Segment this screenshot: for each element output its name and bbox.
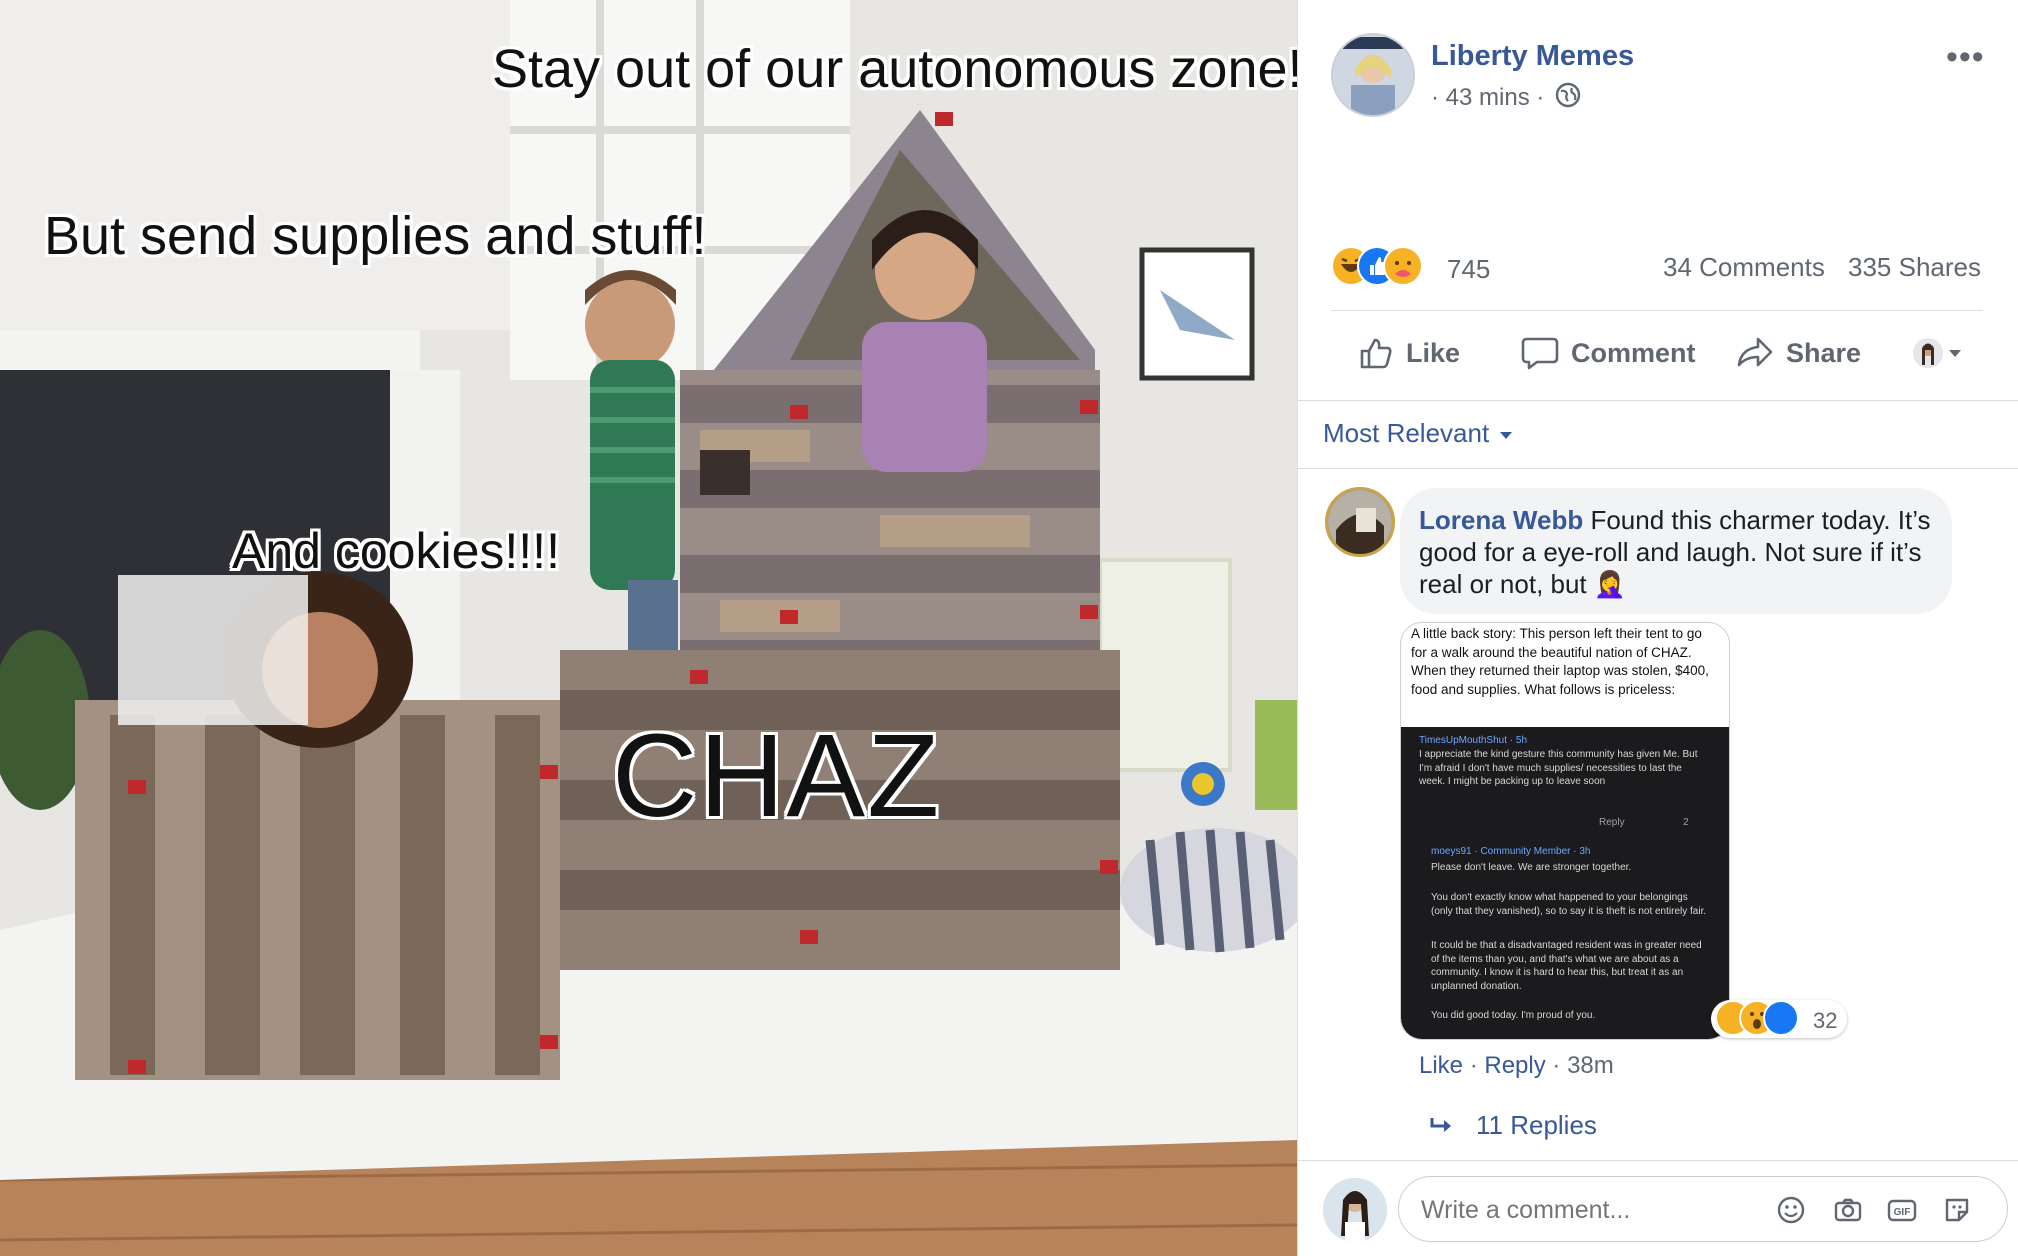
attachment-post1: I appreciate the kind gesture this commu… [1419,749,1698,787]
attachment-user1: TimesUpMouthShut · 5h [1419,735,1528,746]
divider [1298,1160,2018,1161]
attachment-votes: 2 [1683,817,1689,828]
meme-caption-top: Stay out of our autonomous zone! [492,39,1297,99]
attachment-line3: It could be that a disadvantaged residen… [1431,940,1702,992]
photo-scene [0,0,1297,1256]
caret-down-icon [1500,432,1513,440]
comment-like-link[interactable]: Like [1419,1052,1463,1079]
share-label: Share [1786,337,1862,368]
comment-input[interactable] [1421,1196,1751,1225]
comment-body: Lorena Webb Found this charmer today. It… [1419,504,1939,600]
reaction-identity-picker[interactable] [1912,337,1966,369]
comment-bubble-icon [1521,337,1559,370]
divider [1298,468,2018,469]
camera-icon[interactable] [1832,1194,1864,1226]
share-button[interactable]: Share [1736,328,1861,378]
reaction-count[interactable]: 745 [1447,254,1490,285]
attachment-dark-thread: TimesUpMouthShut · 5h I appreciate the k… [1401,727,1729,1039]
post-panel: Liberty Memes · 43 mins · ••• 745 34 Com… [1297,0,2018,1256]
current-user-avatar [1323,1178,1387,1242]
sticker-icon[interactable] [1941,1194,1973,1226]
divider [1298,400,2018,401]
care-reaction-icon [1383,246,1423,286]
comment-button[interactable]: Comment [1521,328,1696,378]
comment-reply-link[interactable]: Reply [1484,1052,1545,1079]
like-reaction-icon [1763,1000,1799,1036]
comment-reaction-count: 32 [1813,1008,1838,1033]
comment-time[interactable]: 38m [1567,1052,1614,1079]
svg-text:GIF: GIF [1894,1207,1911,1218]
meme-caption-left: But send supplies and stuff! [44,206,707,266]
comments-count-link[interactable]: 34 Comments [1663,252,1825,283]
commenter-avatar[interactable] [1325,487,1395,557]
user-avatar-icon [1913,338,1943,368]
meme-caption-chaz: CHAZ [612,710,942,842]
meme-caption-cookies: And cookies!!!! [232,523,560,579]
comment-actions: Like · Reply · 38m [1419,1052,1614,1079]
commenter-name-link[interactable]: Lorena Webb [1419,505,1583,535]
gif-icon[interactable]: GIF [1886,1194,1918,1226]
page-avatar[interactable] [1331,33,1415,117]
like-label: Like [1406,337,1461,368]
attachment-line2: You don't exactly know what happened to … [1431,892,1707,917]
comment-label: Comment [1571,337,1696,368]
avatar-image [1328,490,1392,554]
caret-down-icon [1949,350,1961,357]
attachment-intro-text: A little back story: This person left th… [1411,626,1709,697]
emoji-icon[interactable] [1775,1194,1807,1226]
shares-count-link[interactable]: 335 Shares [1848,252,1981,283]
comment-attachment-image[interactable]: A little back story: This person left th… [1400,622,1730,1040]
avatar-image [1333,35,1413,115]
reply-arrow-icon [1430,1117,1451,1132]
attachment-line4: You did good today. I'm proud of you. [1431,1010,1596,1021]
replies-count-label: 11 Replies [1476,1110,1597,1140]
attachment-user2: moeys91 · Community Member · 3h [1431,846,1591,857]
sort-label: Most Relevant [1323,418,1490,448]
divider [1331,310,1983,311]
share-arrow-icon [1737,337,1773,367]
more-options-icon[interactable]: ••• [1946,38,1985,77]
avatar-image [1323,1178,1387,1242]
view-replies-link[interactable]: 11 Replies [1428,1110,1597,1141]
like-button[interactable]: Like [1358,328,1460,378]
attachment-line1: Please don't leave. We are stronger toge… [1431,862,1632,873]
post-photo[interactable]: Stay out of our autonomous zone! But sen… [0,0,1297,1256]
globe-icon [1555,82,1581,108]
page-name-link[interactable]: Liberty Memes [1431,40,1634,73]
attachment-reply-label: Reply [1599,817,1625,828]
post-timestamp[interactable]: · 43 mins · [1431,84,1544,112]
comment-sort-dropdown[interactable]: Most Relevant [1323,418,1516,449]
facepalm-emoji: 🤦‍♀️ [1593,569,1627,599]
thumbs-up-icon [1360,338,1392,369]
